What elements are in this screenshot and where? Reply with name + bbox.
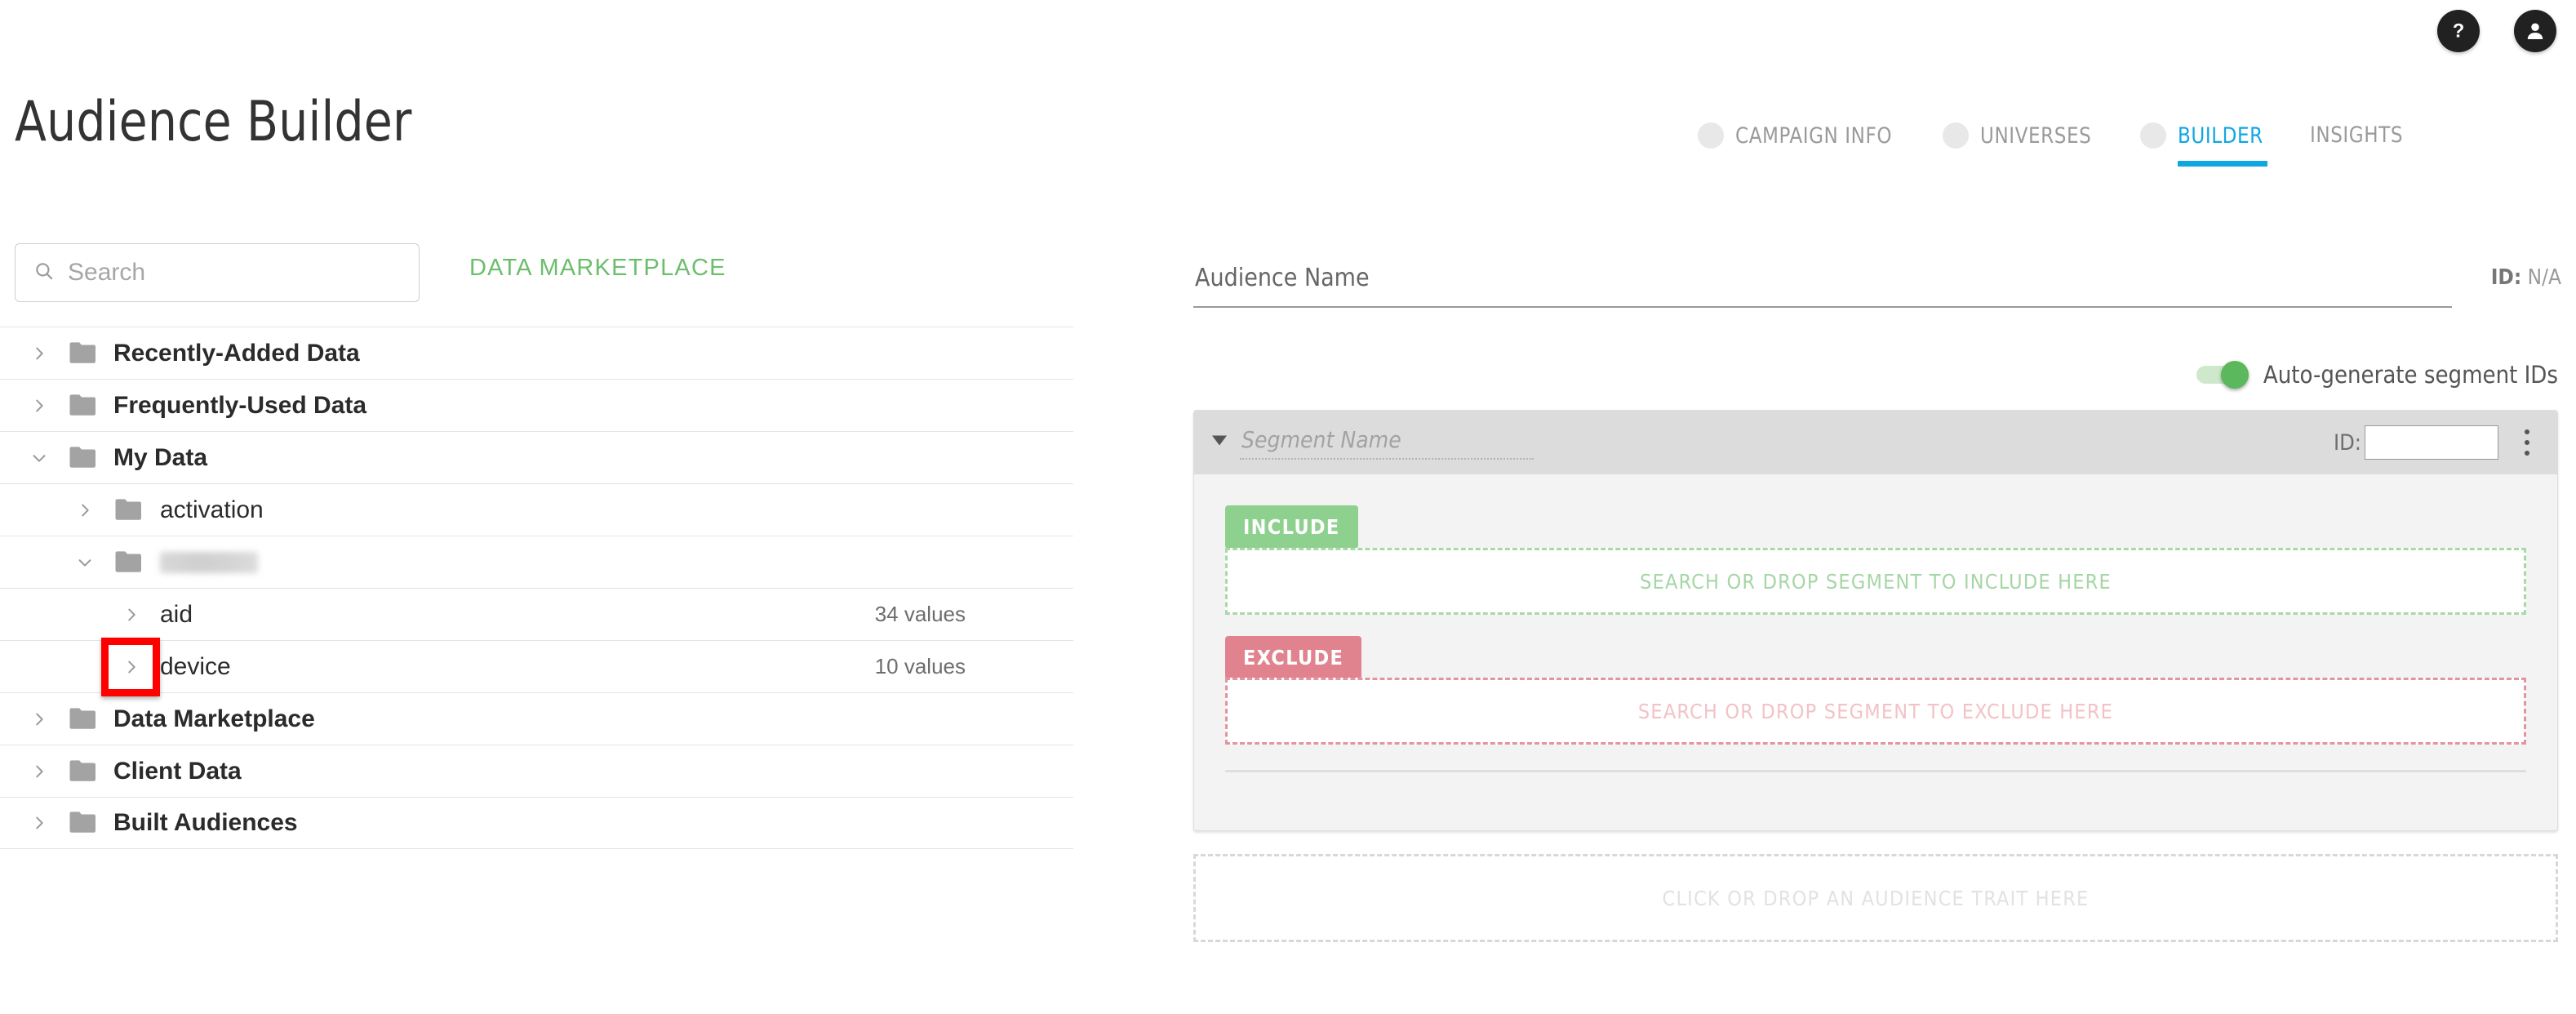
audience-id-label: ID:	[2490, 265, 2522, 290]
tab-campaign-info[interactable]: CAMPAIGN INFO	[1698, 122, 1900, 167]
folder-icon	[69, 810, 101, 836]
tab-label: UNIVERSES	[1980, 122, 2092, 149]
folder-icon	[69, 758, 101, 785]
include-badge: INCLUDE	[1225, 505, 1358, 549]
folder-icon	[69, 393, 101, 419]
page-title: Audience Builder	[15, 90, 412, 154]
audience-name-field[interactable]	[1193, 263, 2452, 308]
tab-status-dot	[2139, 122, 2166, 149]
triangle-down-icon[interactable]	[1212, 435, 1227, 451]
svg-text:?: ?	[2453, 20, 2465, 42]
tree-row-label: aid	[160, 600, 193, 628]
tab-status-dot	[1698, 122, 1724, 149]
segment-divider	[1225, 770, 2526, 772]
auto-generate-segment-ids-row: Auto-generate segment IDs	[2196, 361, 2558, 389]
audience-trait-dropzone-label: CLICK OR DROP AN AUDIENCE TRAIT HERE	[1662, 886, 2090, 910]
search-icon	[33, 260, 55, 286]
folder-icon	[69, 445, 101, 471]
menu-dot	[2525, 451, 2529, 456]
tab-builder[interactable]: BUILDER	[2139, 122, 2267, 167]
segment-id-label: ID:	[2333, 429, 2361, 456]
exclude-dropzone[interactable]: SEARCH OR DROP SEGMENT TO EXCLUDE HERE	[1225, 678, 2526, 745]
tree-row-frequently-used-data[interactable]: Frequently-Used Data	[0, 379, 1073, 431]
kebab-menu-icon[interactable]	[2515, 425, 2539, 460]
folder-icon	[114, 497, 147, 523]
tree-row-device[interactable]: device 10 values	[0, 640, 1073, 692]
tree-row-activation[interactable]: activation	[0, 483, 1073, 536]
chevron-right-icon[interactable]	[73, 498, 97, 523]
include-badge-wrap: INCLUDE	[1225, 505, 1358, 549]
tree-row-built-audiences[interactable]: Built Audiences	[0, 797, 1073, 849]
tree-row-label: Frequently-Used Data	[113, 391, 367, 419]
tree-row-label: Built Audiences	[113, 809, 298, 836]
tree-row-aid[interactable]: aid 34 values	[0, 588, 1073, 640]
tree-row-client-data[interactable]: Client Data	[0, 745, 1073, 797]
tab-universes[interactable]: UNIVERSES	[1943, 122, 2098, 167]
tree-row-label: Client Data	[113, 757, 242, 785]
tree-row-value-count: 10 values	[874, 654, 966, 678]
segment-id-group: ID:	[2334, 425, 2498, 460]
segment-card-header: ID:	[1194, 411, 2557, 474]
audience-id-value: N/A	[2527, 265, 2561, 290]
tab-status-dot	[1943, 122, 1970, 149]
auto-generate-label: Auto-generate segment IDs	[2263, 361, 2558, 389]
data-tree: Recently-Added Data Frequently-Used Data…	[0, 327, 1073, 849]
data-marketplace-link[interactable]: DATA MARKETPLACE	[469, 255, 726, 282]
chevron-right-icon[interactable]	[27, 811, 51, 835]
tab-label: CAMPAIGN INFO	[1735, 122, 1893, 149]
tab-label: INSIGHTS	[2309, 122, 2404, 148]
segment-name-input[interactable]	[1240, 425, 1534, 460]
exclude-dropzone-inner[interactable]: SEARCH OR DROP SEGMENT TO EXCLUDE HERE	[1225, 678, 2526, 745]
include-dropzone[interactable]: SEARCH OR DROP SEGMENT TO INCLUDE HERE	[1225, 548, 2526, 615]
tree-row-redacted-folder[interactable]	[0, 536, 1073, 588]
auto-generate-toggle[interactable]	[2196, 361, 2249, 389]
tab-active-underline	[2177, 161, 2267, 167]
tab-insights[interactable]: INSIGHTS	[2310, 122, 2408, 166]
redacted-label	[160, 551, 258, 573]
folder-icon	[114, 549, 147, 576]
search-box[interactable]	[15, 243, 420, 302]
exclude-badge-wrap: EXCLUDE	[1225, 636, 1362, 679]
chevron-down-icon[interactable]	[27, 446, 51, 470]
tree-row-value-count: 34 values	[874, 602, 966, 626]
search-input[interactable]	[66, 258, 401, 287]
audience-name-input[interactable]	[1193, 263, 2452, 293]
segment-id-input[interactable]	[2365, 425, 2498, 460]
folder-icon	[69, 706, 101, 732]
tree-row-label: Recently-Added Data	[113, 339, 360, 367]
tree-row-label: activation	[160, 496, 264, 523]
main-nav-tabs: CAMPAIGN INFO UNIVERSES BUILDER INSIGHTS	[1698, 122, 2408, 167]
chevron-right-icon[interactable]	[119, 603, 144, 627]
exclude-dropzone-label: SEARCH OR DROP SEGMENT TO EXCLUDE HERE	[1637, 699, 2114, 723]
audience-trait-dropzone[interactable]: CLICK OR DROP AN AUDIENCE TRAIT HERE	[1193, 854, 2558, 942]
help-circle-icon[interactable]: ?	[2437, 10, 2480, 52]
folder-icon	[69, 340, 101, 367]
segment-card: ID: INCLUDE SEARCH OR DROP SEGMENT TO IN…	[1193, 410, 2558, 831]
include-dropzone-inner[interactable]: SEARCH OR DROP SEGMENT TO INCLUDE HERE	[1225, 548, 2526, 615]
tree-row-label: device	[160, 652, 231, 680]
chevron-down-icon[interactable]	[73, 550, 97, 575]
tree-row-label: My Data	[113, 443, 208, 471]
account-circle-icon[interactable]	[2514, 10, 2556, 52]
exclude-badge: EXCLUDE	[1225, 636, 1362, 679]
toggle-knob	[2220, 361, 2249, 389]
tree-row-my-data[interactable]: My Data	[0, 431, 1073, 483]
menu-dot	[2525, 429, 2529, 434]
tab-label: BUILDER	[2177, 122, 2263, 149]
chevron-right-icon[interactable]	[27, 707, 51, 732]
tree-row-data-marketplace[interactable]: Data Marketplace	[0, 692, 1073, 745]
chevron-right-icon[interactable]	[27, 394, 51, 418]
tree-row-label: Data Marketplace	[113, 705, 315, 732]
chevron-right-icon[interactable]	[27, 341, 51, 366]
audience-id-display: ID: N/A	[2491, 265, 2561, 290]
tree-row-recently-added-data[interactable]: Recently-Added Data	[0, 327, 1073, 379]
header-icon-group: ?	[2437, 10, 2556, 52]
include-dropzone-label: SEARCH OR DROP SEGMENT TO INCLUDE HERE	[1640, 569, 2112, 594]
chevron-right-icon[interactable]	[27, 759, 51, 784]
menu-dot	[2525, 440, 2529, 445]
chevron-right-icon[interactable]	[119, 655, 144, 679]
